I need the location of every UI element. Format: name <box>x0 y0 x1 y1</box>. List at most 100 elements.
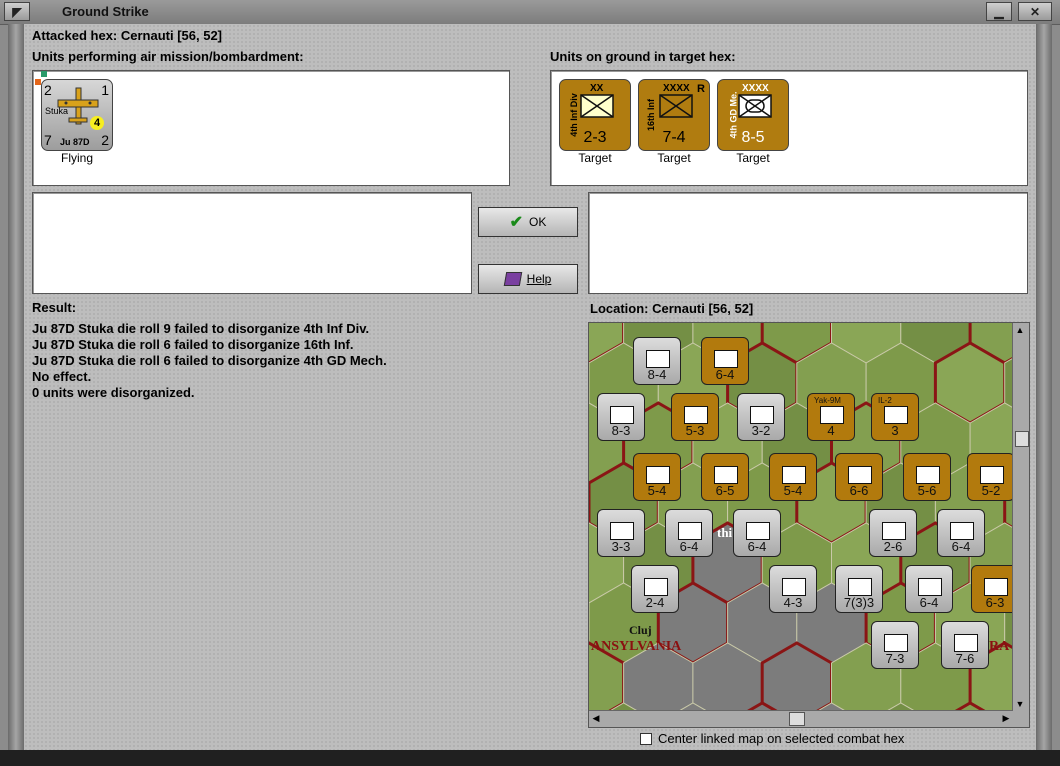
unit-symbol-icon <box>848 578 872 596</box>
map-unit-value: 3-2 <box>751 423 771 438</box>
unit-symbol-icon <box>984 578 1008 596</box>
ground-unit-counter[interactable]: XX 4th Inf Div 2-3 <box>559 79 631 151</box>
unit-symbol-icon <box>610 406 634 424</box>
center-map-label: Center linked map on selected combat hex <box>658 731 905 746</box>
map-unit-counter[interactable]: 3-2 <box>737 393 785 441</box>
map-unit-counter[interactable]: 6-6 <box>835 453 883 501</box>
air-unit-status: Flying <box>60 151 93 165</box>
map-unit-counter[interactable]: 7-3 <box>871 621 919 669</box>
map-horizontal-scrollbar[interactable]: ◀ ▶ <box>589 710 1013 727</box>
air-unit-counter[interactable]: 2 1 Stuka 4 7 Ju 87D 2 <box>41 79 113 151</box>
result-line: No effect. <box>32 369 92 384</box>
scroll-right-icon[interactable]: ▶ <box>1001 713 1011 723</box>
unit-symbol-icon <box>884 406 908 424</box>
result-line: Ju 87D Stuka die roll 6 failed to disorg… <box>32 337 354 352</box>
map-unit-counter[interactable]: 6-4 <box>665 509 713 557</box>
ok-button[interactable]: ✔ OK <box>478 207 578 237</box>
help-button[interactable]: Help <box>478 264 578 294</box>
map-region-label-east: RA <box>989 639 1010 654</box>
map-unit-value: 3 <box>891 423 899 438</box>
map-unit-counter[interactable]: 8-3 <box>597 393 645 441</box>
map-unit-value: 6-5 <box>715 483 735 498</box>
map-unit-counter[interactable]: 5-6 <box>903 453 951 501</box>
map-unit-value: 6-4 <box>951 539 971 554</box>
map-unit-counter[interactable]: 4-3 <box>769 565 817 613</box>
unit-symbol-icon <box>678 522 702 540</box>
air-details-panel <box>32 192 472 294</box>
map-unit-value: 6-6 <box>849 483 869 498</box>
scroll-down-icon[interactable]: ▼ <box>1015 699 1025 709</box>
unit-symbol-icon <box>610 522 634 540</box>
map-unit-value: 8-3 <box>611 423 631 438</box>
location-label: Location: Cernauti [56, 52] <box>590 301 754 316</box>
map-unit-counter[interactable]: 5-4 <box>769 453 817 501</box>
map-unit-value: 7-6 <box>955 651 975 666</box>
scroll-thumb-vertical[interactable] <box>1015 431 1029 447</box>
map-unit-counter[interactable]: 6-4 <box>937 509 985 557</box>
map-unit-value: 6-4 <box>919 595 939 610</box>
map-unit-counter[interactable]: 7(3)3 <box>835 565 883 613</box>
close-icon[interactable]: ✕ <box>1018 2 1052 21</box>
map-unit-value: 5-3 <box>685 423 705 438</box>
map-unit-counter[interactable]: 2-6 <box>869 509 917 557</box>
map-unit-counter[interactable]: 6-4 <box>701 337 749 385</box>
ground-unit-counter[interactable]: XXXX 4th GD Me. 8-5 <box>717 79 789 151</box>
map-unit-name: Yak-9M <box>814 396 841 405</box>
center-map-checkbox[interactable] <box>640 733 652 745</box>
ground-unit-counter[interactable]: XXXX R 16th Inf 7-4 <box>638 79 710 151</box>
unit-symbol-icon <box>644 578 668 596</box>
map-city-label: Cluj <box>629 623 652 637</box>
unit-symbol-icon <box>782 466 806 484</box>
title-bar: ◤ Ground Strike ▁ ✕ <box>0 0 1060 25</box>
unit-symbol-icon <box>980 466 1004 484</box>
unit-symbol-icon <box>848 466 872 484</box>
unit-symbol-icon <box>882 522 906 540</box>
map-vertical-scrollbar[interactable]: ▲ ▼ <box>1012 323 1029 711</box>
map-unit-value: 5-6 <box>917 483 937 498</box>
unit-symbol-icon <box>684 406 708 424</box>
infantry-symbol-icon <box>580 94 614 118</box>
unit-symbol-icon <box>884 634 908 652</box>
window-frame-right <box>1036 24 1052 750</box>
unit-symbol-icon <box>918 578 942 596</box>
map-unit-value: 6-4 <box>679 539 699 554</box>
ground-unit-status: Target <box>657 151 691 165</box>
unit-symbol-icon <box>646 350 670 368</box>
scroll-up-icon[interactable]: ▲ <box>1015 325 1025 335</box>
map-unit-counter[interactable]: 8-4 <box>633 337 681 385</box>
checkmark-icon: ✔ <box>509 214 524 231</box>
unit-symbol-icon <box>750 406 774 424</box>
map-unit-counter[interactable]: 6-5 <box>701 453 749 501</box>
ground-units-label: Units on ground in target hex: <box>550 49 736 64</box>
map-unit-counter[interactable]: 3-3 <box>597 509 645 557</box>
map-unit-value: 4 <box>827 423 835 438</box>
scroll-thumb-horizontal[interactable] <box>789 712 805 726</box>
scroll-left-icon[interactable]: ◀ <box>591 713 601 723</box>
map-unit-counter[interactable]: 6-4 <box>905 565 953 613</box>
map-unit-counter[interactable]: 5-3 <box>671 393 719 441</box>
unit-symbol-icon <box>646 466 670 484</box>
map-unit-value: 6-4 <box>715 367 735 382</box>
map-unit-counter[interactable]: 5-2 <box>967 453 1015 501</box>
unit-symbol-icon <box>954 634 978 652</box>
unit-symbol-icon <box>714 466 738 484</box>
result-line: Ju 87D Stuka die roll 9 failed to disorg… <box>32 321 370 336</box>
minimize-icon[interactable]: ▁ <box>986 2 1012 21</box>
map-unit-name: IL-2 <box>878 396 892 405</box>
map-unit-counter[interactable]: Yak-9M 4 <box>807 393 855 441</box>
map-unit-counter[interactable]: 7-6 <box>941 621 989 669</box>
map-unit-counter[interactable]: 6-4 <box>733 509 781 557</box>
location-map[interactable]: 8-4 6-4 8-3 5-3 3-2 Yak-9M 4 IL-2 3 5-4 6-5 5-4 6-6 5… <box>588 322 1030 728</box>
map-unit-counter[interactable]: 5-4 <box>633 453 681 501</box>
map-unit-counter[interactable]: IL-2 3 <box>871 393 919 441</box>
result-line: Ju 87D Stuka die roll 6 failed to disorg… <box>32 353 387 368</box>
map-unit-counter[interactable]: 2-4 <box>631 565 679 613</box>
unit-symbol-icon <box>782 578 806 596</box>
air-units-label: Units performing air mission/bombardment… <box>32 49 304 64</box>
map-unit-value: 5-2 <box>981 483 1001 498</box>
window-title: Ground Strike <box>62 4 149 19</box>
system-menu-icon[interactable]: ◤ <box>4 2 30 21</box>
result-log: Ju 87D Stuka die roll 9 failed to disorg… <box>32 321 387 401</box>
map-city-label-partial: thi <box>717 525 733 540</box>
taskbar <box>0 750 1060 766</box>
